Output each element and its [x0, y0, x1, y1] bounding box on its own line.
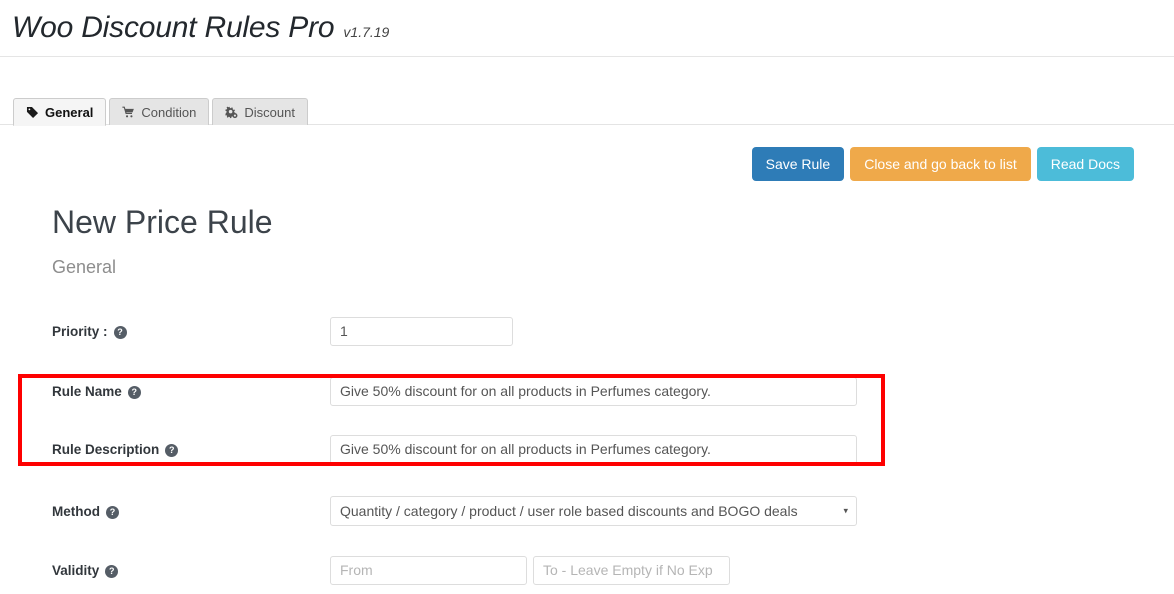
main-content: New Price Rule General Priority : ? Rule…	[0, 203, 1174, 594]
field-row-rule-description: Rule Description ?	[52, 432, 1134, 466]
method-select-wrap: Quantity / category / product / user rol…	[330, 496, 857, 527]
tab-bar: General Condition Discount	[0, 87, 1174, 126]
method-label-group: Method ?	[52, 504, 330, 519]
rule-name-input[interactable]	[330, 376, 857, 406]
validity-label: Validity	[52, 562, 100, 578]
save-rule-button[interactable]: Save Rule	[751, 147, 845, 182]
tab-general-label: General	[45, 104, 94, 120]
tag-icon	[26, 106, 39, 119]
tab-discount-label: Discount	[244, 104, 295, 120]
page-header: Woo Discount Rules Pro v1.7.19	[0, 0, 1174, 57]
field-row-validity: Validity ?	[52, 553, 1134, 587]
field-row-priority: Priority : ?	[52, 314, 1134, 348]
field-row-rule-name: Rule Name ?	[52, 374, 1134, 408]
gears-icon	[225, 106, 238, 119]
rule-description-input[interactable]	[330, 434, 857, 464]
method-field-wrap: Quantity / category / product / user rol…	[330, 496, 857, 527]
help-icon[interactable]: ?	[113, 325, 127, 339]
validity-field-wrap	[330, 555, 730, 585]
method-select[interactable]: Quantity / category / product / user rol…	[330, 496, 857, 527]
method-label: Method	[52, 503, 100, 519]
rule-description-label-group: Rule Description ?	[52, 442, 330, 457]
rule-name-label-group: Rule Name ?	[52, 384, 330, 399]
help-icon[interactable]: ?	[127, 385, 141, 399]
help-icon[interactable]: ?	[165, 443, 179, 457]
help-icon[interactable]: ?	[106, 505, 119, 519]
page-subtitle: General	[52, 257, 117, 278]
cart-icon	[122, 106, 135, 119]
rule-description-label: Rule Description	[52, 441, 160, 457]
tab-discount[interactable]: Discount	[212, 98, 308, 125]
page-title: New Price Rule	[52, 204, 273, 241]
tab-condition[interactable]: Condition	[109, 98, 210, 125]
validity-label-group: Validity ?	[52, 563, 330, 578]
priority-field-wrap	[330, 316, 513, 346]
rule-description-field-wrap	[330, 434, 857, 464]
priority-label: Priority :	[52, 323, 108, 339]
rule-name-field-wrap	[330, 376, 857, 406]
action-bar: Save Rule Close and go back to list Read…	[0, 147, 1174, 182]
tab-condition-label: Condition	[141, 104, 197, 120]
app-version: v1.7.19	[343, 24, 390, 40]
validity-to-input[interactable]	[533, 555, 730, 585]
priority-label-group: Priority : ?	[52, 324, 330, 339]
rule-name-label: Rule Name	[52, 383, 122, 399]
validity-from-input[interactable]	[330, 555, 527, 585]
close-and-go-back-button[interactable]: Close and go back to list	[850, 147, 1031, 182]
tab-general[interactable]: General	[13, 98, 107, 126]
read-docs-button[interactable]: Read Docs	[1036, 147, 1134, 182]
help-icon[interactable]: ?	[105, 564, 119, 578]
priority-input[interactable]	[330, 316, 513, 346]
app-title: Woo Discount Rules Pro	[12, 11, 335, 44]
field-row-method: Method ? Quantity / category / product /…	[52, 494, 1134, 528]
price-rule-form: Priority : ? Rule Name ? Rule Descr	[18, 314, 1134, 594]
